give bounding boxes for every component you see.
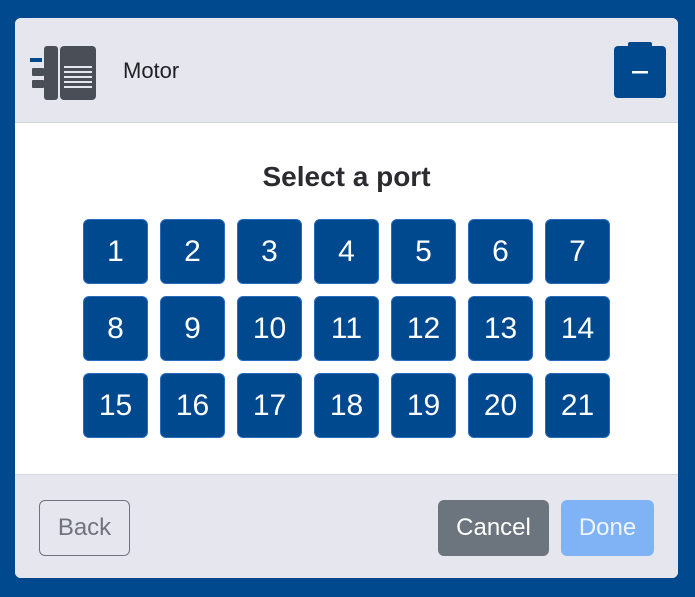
port-button-14[interactable]: 14 [545,296,610,361]
port-button-3[interactable]: 3 [237,219,302,284]
port-button-1[interactable]: 1 [83,219,148,284]
port-button-18[interactable]: 18 [314,373,379,438]
back-button[interactable]: Back [39,500,130,556]
dialog-body: Select a port 1 2 3 4 5 6 7 8 9 10 11 12… [15,123,678,473]
done-button[interactable]: Done [561,500,654,556]
port-grid: 1 2 3 4 5 6 7 8 9 10 11 12 13 14 15 16 1… [83,219,613,438]
port-button-13[interactable]: 13 [468,296,533,361]
select-port-heading: Select a port [262,161,431,192]
port-button-11[interactable]: 11 [314,296,379,361]
port-button-16[interactable]: 16 [160,373,225,438]
dialog-header: Motor [15,18,678,123]
port-button-19[interactable]: 19 [391,373,456,438]
port-button-9[interactable]: 9 [160,296,225,361]
port-button-21[interactable]: 21 [545,373,610,438]
port-button-20[interactable]: 20 [468,373,533,438]
minus-icon[interactable] [614,42,666,98]
port-button-15[interactable]: 15 [83,373,148,438]
motor-icon [30,46,96,100]
port-button-4[interactable]: 4 [314,219,379,284]
cancel-button[interactable]: Cancel [438,500,549,556]
port-button-6[interactable]: 6 [468,219,533,284]
port-button-17[interactable]: 17 [237,373,302,438]
port-button-8[interactable]: 8 [83,296,148,361]
port-select-dialog: Motor Select a port 1 2 3 4 5 6 7 8 9 10… [15,18,678,578]
port-button-10[interactable]: 10 [237,296,302,361]
dialog-title: Motor [123,58,180,83]
port-button-2[interactable]: 2 [160,219,225,284]
dialog-footer: Back Cancel Done [15,474,678,578]
port-button-12[interactable]: 12 [391,296,456,361]
port-button-5[interactable]: 5 [391,219,456,284]
port-button-7[interactable]: 7 [545,219,610,284]
